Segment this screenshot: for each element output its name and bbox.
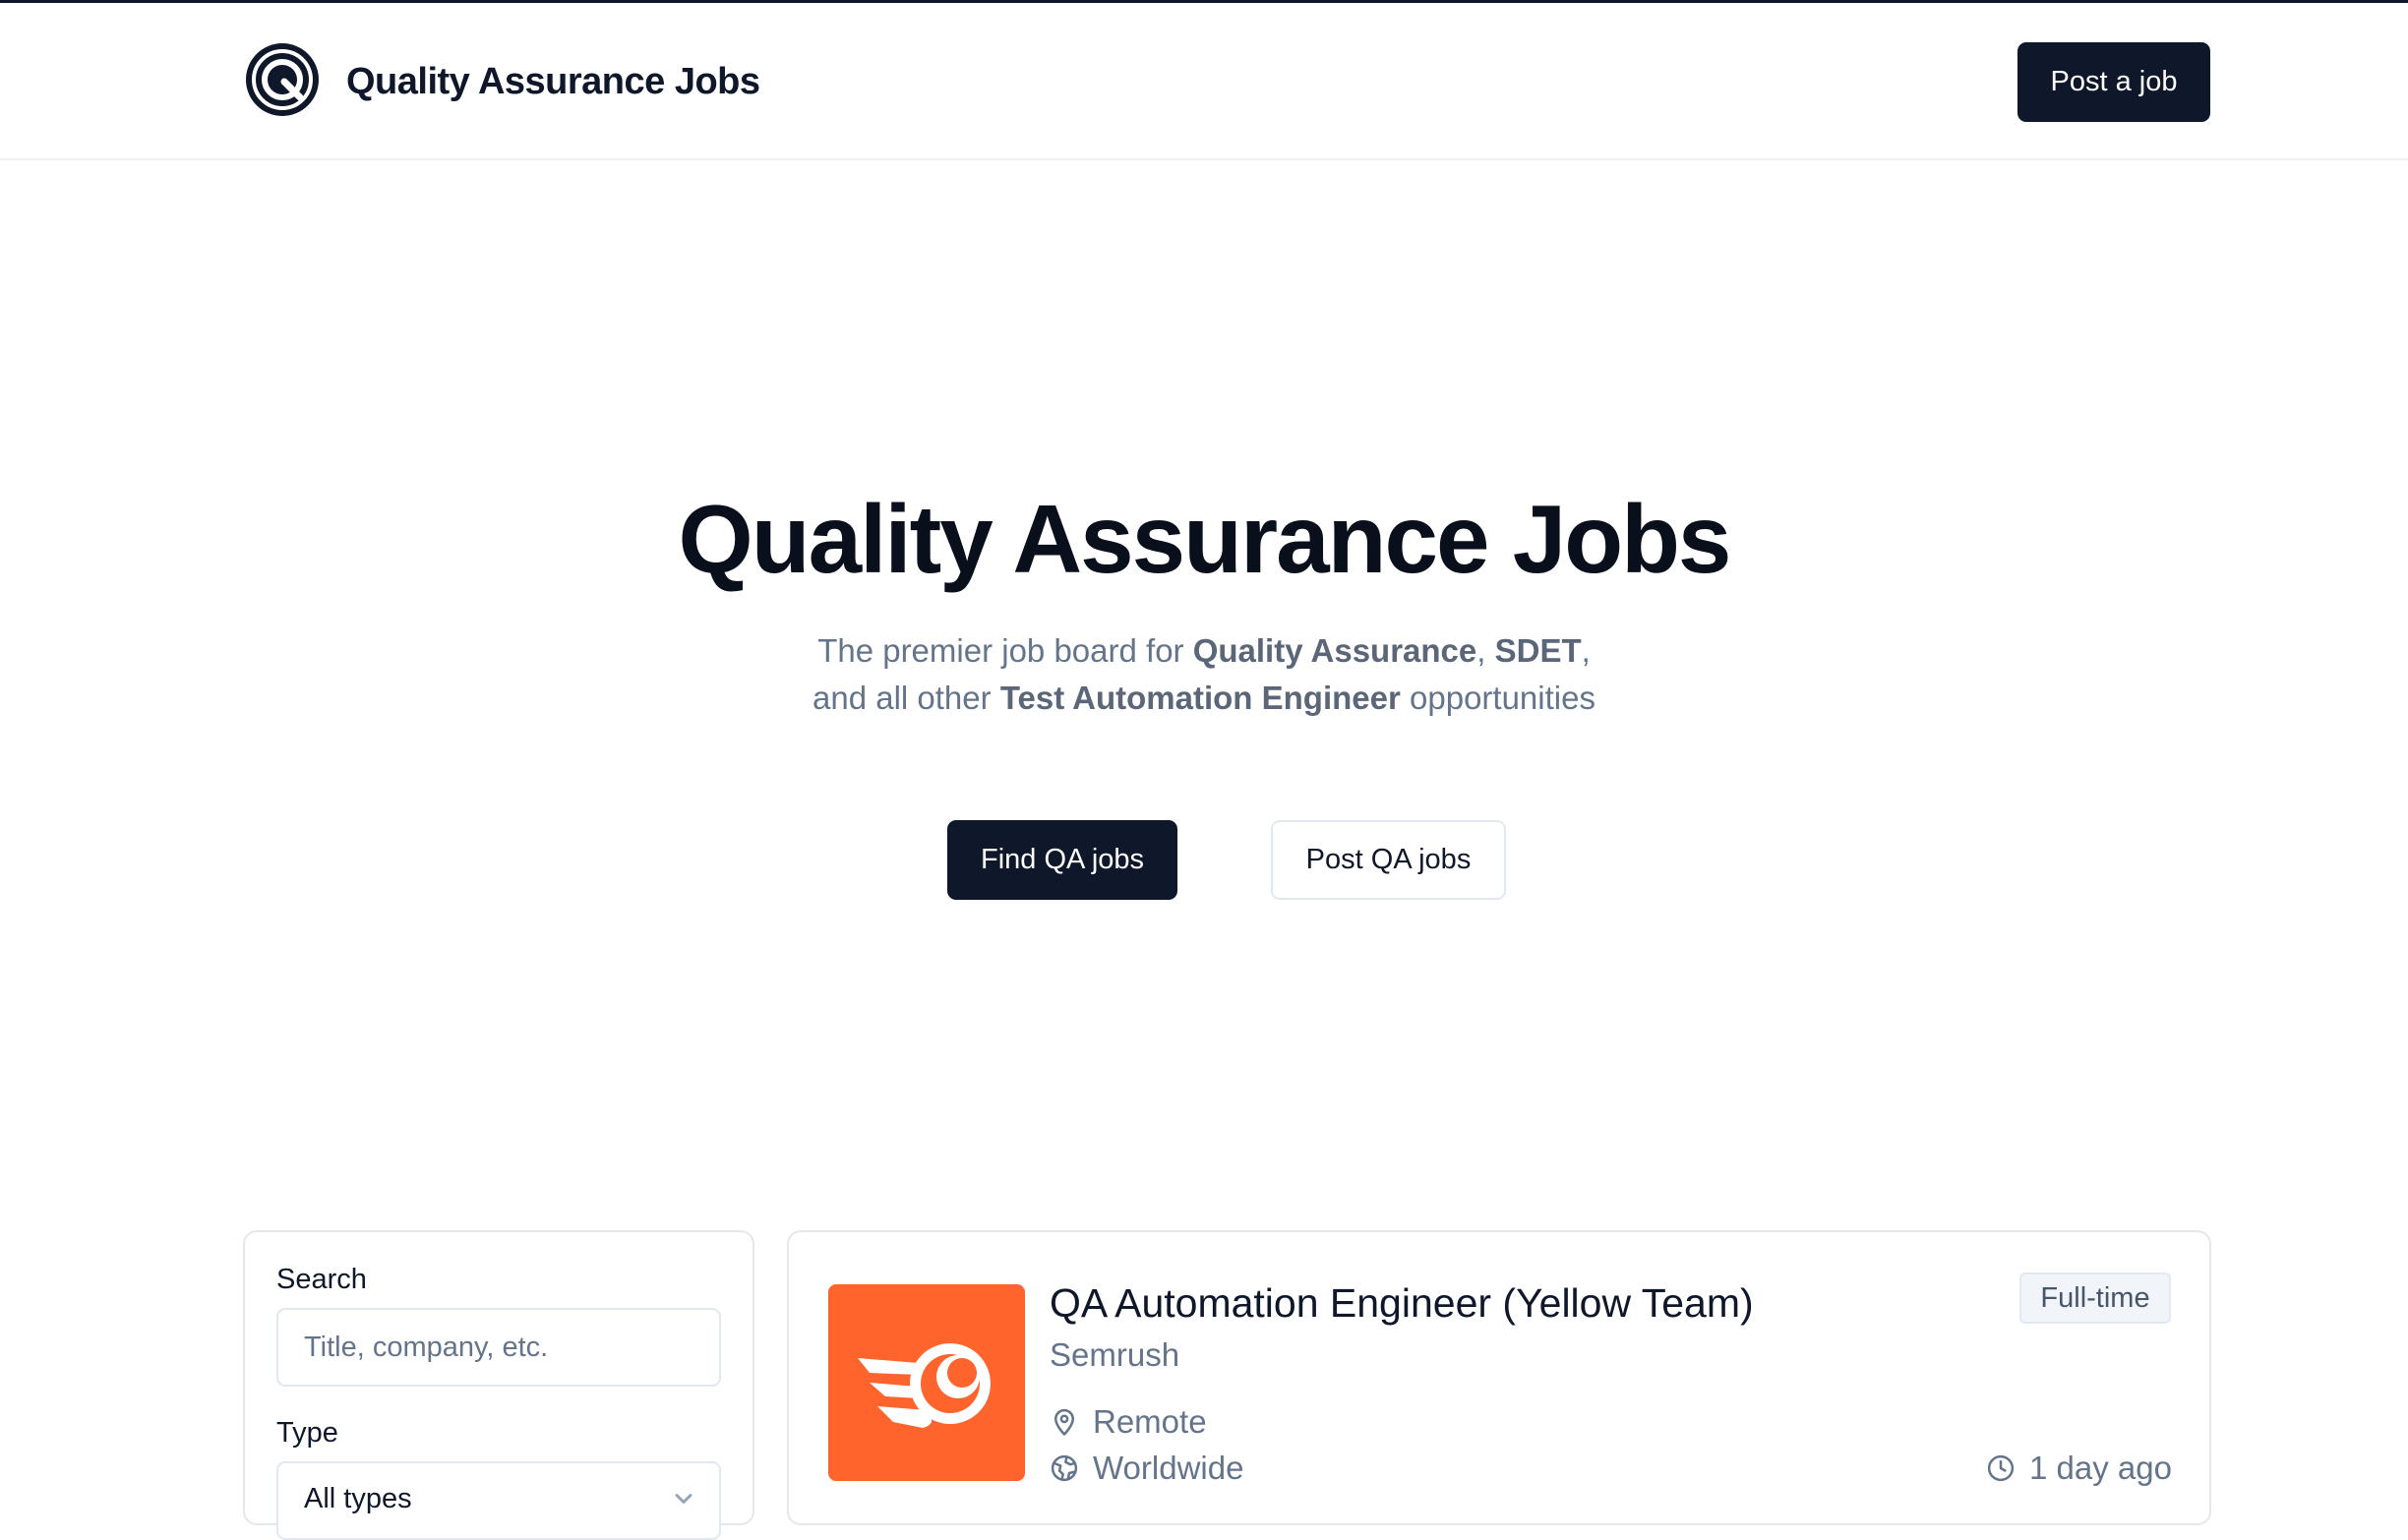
hero-sub-text: , <box>1476 632 1495 669</box>
post-job-button[interactable]: Post a job <box>2017 42 2210 122</box>
job-card[interactable]: QA Automation Engineer (Yellow Team) Sem… <box>787 1230 2211 1525</box>
chevron-down-icon <box>675 1494 692 1504</box>
posted-text: 1 day ago <box>2029 1450 2172 1486</box>
semrush-logo-icon <box>858 1343 991 1428</box>
job-region: Worldwide <box>1050 1447 1243 1490</box>
hero-subtitle-line-2: and all other Test Automation Engineer o… <box>0 675 2408 722</box>
job-posted: 1 day ago <box>1986 1447 2172 1490</box>
brand-name[interactable]: Quality Assurance Jobs <box>346 58 760 105</box>
job-type-badge: Full-time <box>2019 1273 2171 1324</box>
hero-sub-text: The premier job board for <box>817 632 1193 669</box>
search-label: Search <box>276 1264 367 1295</box>
hero-sub-bold-tae: Test Automation Engineer <box>999 680 1401 716</box>
post-qa-jobs-button[interactable]: Post QA jobs <box>1271 820 1506 900</box>
hero-subtitle: The premier job board for Quality Assura… <box>0 627 2408 722</box>
find-qa-jobs-button[interactable]: Find QA jobs <box>947 820 1177 900</box>
job-title[interactable]: QA Automation Engineer (Yellow Team) <box>1050 1277 1754 1329</box>
logo-icon[interactable] <box>243 40 322 119</box>
type-select-value: All types <box>304 1483 412 1514</box>
type-label: Type <box>276 1417 338 1449</box>
type-select[interactable]: All types <box>276 1461 721 1540</box>
hero-sub-text: , <box>1581 632 1591 669</box>
filters-panel: Search Type All types <box>243 1230 754 1540</box>
hero-actions: Find QA jobs Post QA jobs <box>0 820 2408 901</box>
clock-icon <box>1987 1454 2015 1482</box>
hero-sub-bold-qa: Quality Assurance <box>1192 632 1477 669</box>
hero-subtitle-line-1: The premier job board for Quality Assura… <box>0 627 2408 675</box>
hero-sub-text: opportunities <box>1400 680 1595 716</box>
location-text: Remote <box>1093 1403 1207 1440</box>
globe-icon <box>1051 1454 1078 1482</box>
map-pin-icon <box>1054 1408 1074 1436</box>
site-header: Quality Assurance Jobs Post a job <box>0 3 2408 160</box>
region-text: Worldwide <box>1093 1450 1244 1486</box>
hero-sub-text: and all other <box>813 680 1000 716</box>
company-logo <box>828 1284 1025 1481</box>
company-name: Semrush <box>1050 1336 1180 1373</box>
search-input[interactable] <box>276 1308 721 1387</box>
job-location: Remote <box>1050 1400 1207 1444</box>
hero-sub-bold-sdet: SDET <box>1494 632 1582 669</box>
hero-title: Quality Assurance Jobs <box>678 485 1732 593</box>
